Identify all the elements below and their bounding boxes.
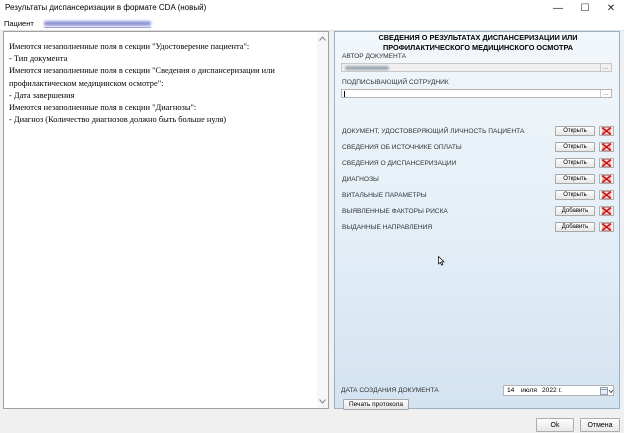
maximize-button[interactable]: ☐ (572, 0, 598, 16)
mouse-cursor-icon (438, 255, 445, 268)
delete-diagnoses-button[interactable] (599, 174, 614, 184)
section-label-referrals: ВЫДАННЫЕ НАПРАВЛЕНИЯ (342, 224, 433, 231)
date-day[interactable]: 14 (507, 387, 514, 394)
scroll-up-arrow-icon[interactable] (317, 33, 328, 44)
delete-icon (601, 159, 612, 167)
message-line: - Тип документа (9, 54, 68, 64)
section-label-diagnoses: ДИАГНОЗЫ (342, 176, 379, 183)
delete-risk-factors-button[interactable] (599, 206, 614, 216)
delete-icon (601, 191, 612, 199)
window-title: Результаты диспансеризации в формате CDA… (5, 3, 207, 12)
cancel-button[interactable]: Отмена (580, 418, 620, 432)
message-line: Имеются незаполненные поля в секции "Удо… (9, 42, 250, 51)
signer-label: ПОДПИСЫВАЮЩИЙ СОТРУДНИК (342, 79, 449, 86)
delete-identity-document-button[interactable] (599, 126, 614, 136)
signer-field[interactable]: ... (341, 89, 612, 98)
section-label-vital-parameters: ВИТАЛЬНЫЕ ПАРАМЕТРЫ (342, 192, 427, 199)
section-label-payment-source: СВЕДЕНИЯ ОБ ИСТОЧНИКЕ ОПЛАТЫ (342, 144, 462, 151)
date-year[interactable]: 2022 г. (542, 387, 562, 394)
title-bar: Результаты диспансеризации в формате CDA… (0, 0, 624, 16)
creation-date-picker[interactable]: 14 июля 2022 г. (503, 385, 614, 396)
delete-icon (601, 223, 612, 231)
message-line: Имеются незаполненные поля в секции "Све… (9, 66, 275, 88)
validation-messages-pane: Имеются незаполненные поля в секции "Удо… (3, 31, 329, 409)
delete-dispensary-button[interactable] (599, 158, 614, 168)
close-button[interactable]: ✕ (598, 0, 624, 16)
patient-name-underline (44, 27, 151, 28)
open-dispensary-button[interactable]: Открыть (555, 158, 595, 168)
date-month[interactable]: июля (521, 387, 537, 394)
add-referrals-button[interactable]: Добавить (555, 222, 595, 232)
patient-bar: Пациент (0, 16, 624, 31)
open-payment-source-button[interactable]: Открыть (555, 142, 595, 152)
panel-title: СВЕДЕНИЯ О РЕЗУЛЬТАТАХ ДИСПАНСЕРИЗАЦИИ И… (378, 33, 578, 52)
minimize-button[interactable]: — (545, 0, 571, 16)
delete-icon (601, 127, 612, 135)
open-vital-parameters-button[interactable]: Открыть (555, 190, 595, 200)
delete-icon (601, 207, 612, 215)
creation-date-label: ДАТА СОЗДАНИЯ ДОКУМЕНТА (341, 387, 439, 394)
message-line: - Диагноз (Количество диагнозов должно б… (9, 115, 226, 125)
scroll-down-arrow-icon[interactable] (317, 396, 328, 407)
cda-results-panel: СВЕДЕНИЯ О РЕЗУЛЬТАТАХ ДИСПАНСЕРИЗАЦИИ И… (334, 31, 620, 410)
delete-icon (601, 143, 612, 151)
author-name-redacted (345, 66, 389, 70)
print-protocol-button[interactable]: Печать протокола (343, 399, 409, 410)
section-label-dispensary: СВЕДЕНИЯ О ДИСПАНСЕРИЗАЦИИ (342, 160, 457, 167)
delete-vital-parameters-button[interactable] (599, 190, 614, 200)
delete-payment-source-button[interactable] (599, 142, 614, 152)
validation-messages: Имеются незаполненные поля в секции "Удо… (9, 41, 314, 126)
add-risk-factors-button[interactable]: Добавить (555, 206, 595, 216)
delete-referrals-button[interactable] (599, 222, 614, 232)
vertical-scrollbar[interactable] (317, 32, 328, 408)
author-label: АВТОР ДОКУМЕНТА (342, 53, 407, 60)
signer-select-button[interactable]: ... (600, 90, 610, 97)
open-identity-document-button[interactable]: Открыть (555, 126, 595, 136)
message-line: - Дата завершения (9, 90, 75, 100)
delete-icon (601, 175, 612, 183)
section-label-risk-factors: ВЫЯВЛЕННЫЕ ФАКТОРЫ РИСКА (342, 208, 448, 215)
author-select-button: ... (600, 64, 610, 71)
patient-name-link-redacted[interactable] (44, 21, 151, 26)
text-caret (344, 91, 345, 97)
patient-label: Пациент (4, 19, 34, 28)
section-label-identity-document: ДОКУМЕНТ, УДОСТОВЕРЯЮЩИЙ ЛИЧНОСТЬ ПАЦИЕН… (342, 128, 525, 135)
message-line: Имеются незаполненные поля в секции "Диа… (9, 103, 197, 113)
ok-button[interactable]: Ok (536, 418, 574, 432)
calendar-icon[interactable] (600, 387, 614, 397)
author-field: ... (341, 63, 612, 72)
open-diagnoses-button[interactable]: Открыть (555, 174, 595, 184)
